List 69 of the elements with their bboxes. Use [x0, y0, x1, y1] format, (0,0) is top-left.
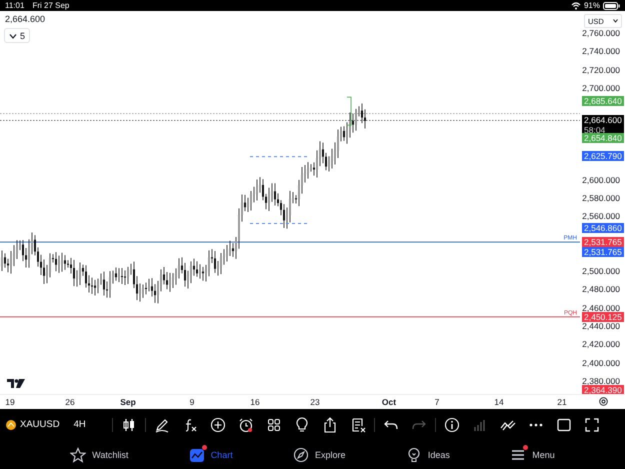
price-tag: 2,664.600 58:04 [582, 115, 624, 136]
date-label: 7 [434, 397, 440, 407]
add-circle-icon[interactable] [210, 416, 226, 432]
grid-icon[interactable] [266, 416, 282, 432]
date-label: 9 [190, 397, 194, 407]
price-tick: 2,580.000 [582, 192, 620, 203]
star-icon [70, 446, 86, 462]
price-tag: 2,531.765 [582, 237, 624, 248]
nav-tab[interactable]: Chart [184, 444, 237, 464]
notification-dot [248, 428, 252, 432]
interval-button[interactable]: 4H [74, 414, 86, 436]
last-price: 2,664.600 [5, 14, 46, 24]
nav-tab[interactable]: Explore [289, 444, 350, 464]
price-tag: 2,531.765 [582, 247, 624, 258]
date-label: Sep [120, 397, 136, 407]
date-label: 14 [494, 397, 504, 407]
fullscreen-icon[interactable] [584, 416, 600, 432]
info-icon[interactable] [444, 416, 460, 432]
price-tick: 2,760.000 [582, 28, 620, 38]
indicators-toggle[interactable]: 5 [4, 28, 30, 43]
price-tick: 2,460.000 [582, 302, 620, 313]
price-tag: 2,546.860 [582, 223, 624, 234]
square-icon[interactable] [556, 416, 572, 432]
price-tag: 2,654.840 [582, 133, 624, 144]
price-tick: 2,400.000 [582, 358, 620, 368]
price-tag: 2,685.640 [582, 96, 624, 106]
lightbulb-icon[interactable] [294, 416, 310, 432]
alarm-icon[interactable] [238, 416, 254, 432]
date-label: 19 [5, 397, 15, 407]
candles-icon[interactable] [120, 416, 137, 432]
nav-tab[interactable]: Menu [506, 444, 559, 464]
date-label: 21 [557, 397, 567, 407]
chart-icon [188, 446, 205, 462]
date-label: 23 [310, 397, 320, 407]
date-label: Oct [382, 397, 396, 407]
range-bracket [346, 96, 352, 126]
compass-icon [293, 446, 310, 462]
date-label: 16 [250, 397, 260, 407]
date-label: 26 [65, 397, 75, 407]
chevron-icon [9, 32, 17, 38]
notification-dot [523, 444, 528, 450]
logo-icon [7, 379, 25, 388]
price-tick: 2,420.000 [582, 339, 620, 350]
notification-dot [202, 444, 207, 450]
price-tick: 2,700.000 [582, 82, 620, 93]
chevron-icon [613, 19, 618, 23]
price-tag: 2,625.790 [582, 150, 624, 161]
price-tick: 2,600.000 [582, 174, 620, 185]
battery-percent: 91% [584, 1, 600, 10]
price-tick: 2,560.000 [582, 211, 620, 222]
share-icon[interactable] [322, 416, 338, 432]
price-tag: 2,450.125 [582, 312, 624, 322]
pen-icon[interactable] [154, 416, 170, 432]
price-tick: 2,440.000 [582, 321, 620, 332]
clock-time: 11:01 [5, 1, 24, 10]
nav-tab[interactable]: Ideas [402, 444, 454, 464]
coin-icon [6, 420, 16, 430]
symbol-button[interactable]: XAUUSD [6, 414, 60, 436]
date-text: Fri 27 Sep [32, 1, 70, 10]
settings-icon[interactable] [599, 397, 608, 406]
lightbulb-icon [406, 446, 422, 462]
price-tick: 2,380.000 [582, 376, 620, 386]
clear-list-icon[interactable] [350, 416, 366, 432]
price-tick: 2,720.000 [582, 64, 620, 75]
price-tick: 2,500.000 [582, 266, 620, 276]
price-tag: 2,364.390 [582, 385, 624, 395]
nav-tab[interactable]: Watchlist [66, 444, 132, 464]
price-tick: 2,480.000 [582, 284, 620, 294]
price-tick: 2,740.000 [582, 46, 620, 56]
